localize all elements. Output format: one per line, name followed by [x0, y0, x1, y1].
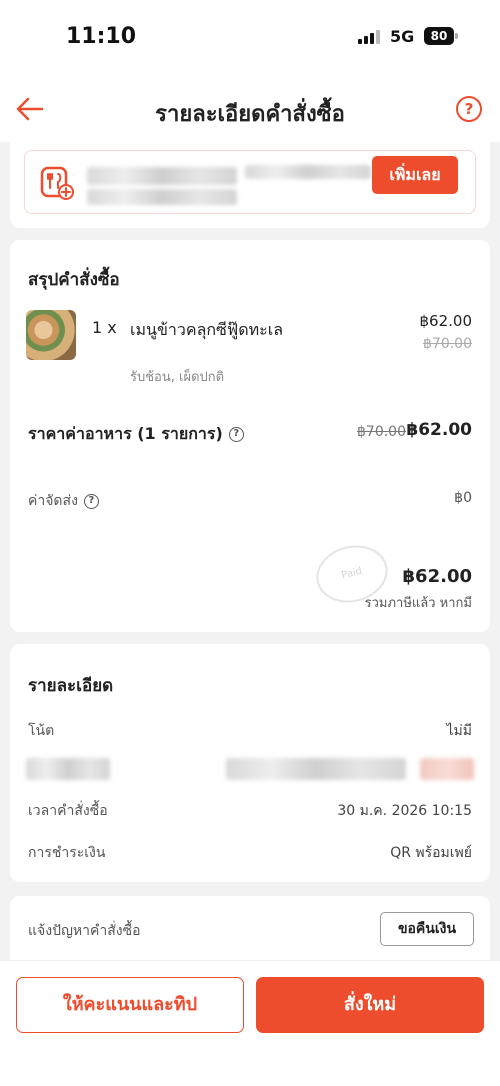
network-label: 5G: [390, 27, 415, 46]
delivery-fee-row: ค่าจัดส่ง?: [28, 490, 99, 512]
item-original-price: ฿70.00: [423, 336, 472, 352]
battery-tip: [455, 33, 458, 39]
details-card: รายละเอียด โน้ต ไม่มี เวลาคำสั่งซื้อ 30 …: [10, 644, 490, 882]
rate-and-tip-button[interactable]: ให้คะแนนและทิป: [16, 977, 244, 1033]
payment-value: QR พร้อมเพย์: [390, 845, 472, 861]
order-id-value-blurred: [226, 758, 406, 780]
payment-label: การชำระเงิน: [28, 845, 106, 861]
order-time-value: 30 ม.ค. 2026 10:15: [337, 803, 472, 819]
food-thumbnail[interactable]: [26, 310, 76, 360]
food-cost-label: ราคาค่าอาหาร (1 รายการ): [28, 424, 223, 443]
summary-title: สรุปคำสั่งซื้อ: [28, 270, 120, 290]
note-label: โน้ต: [28, 723, 55, 739]
food-price: ฿62.00: [406, 420, 472, 440]
promo-text-blurred: [87, 167, 237, 185]
info-icon[interactable]: ?: [83, 493, 99, 509]
status-bar: 11:10 5G 80: [0, 0, 500, 76]
signal-icon: [358, 30, 380, 44]
food-bag-icon: [39, 165, 75, 201]
refund-button[interactable]: ขอคืนเงิน: [380, 912, 474, 946]
info-icon[interactable]: ?: [228, 427, 244, 442]
copy-button-blurred[interactable]: [420, 758, 474, 780]
issue-card: แจ้งปัญหาคำสั่งซื้อ ขอคืนเงิน: [10, 896, 490, 960]
delivery-fee-value: ฿0: [454, 490, 472, 506]
promo-text-blurred: [87, 189, 237, 205]
note-value: ไม่มี: [446, 723, 473, 739]
bottom-action-bar: ให้คะแนนและทิป สั่งใหม่: [0, 960, 500, 1086]
status-time: 11:10: [66, 24, 137, 49]
report-issue-label[interactable]: แจ้งปัญหาคำสั่งซื้อ: [28, 920, 141, 942]
food-cost-row: ราคาค่าอาหาร (1 รายการ)?: [28, 422, 244, 447]
promo-text-blurred: [245, 165, 371, 179]
item-name: เมนูข้าวคลุกซีฟู๊ดทะเล: [130, 320, 284, 339]
item-price: ฿62.00: [419, 312, 473, 330]
battery-icon: 80: [424, 27, 454, 45]
page-title: รายละเอียดคำสั่งซื้อ: [155, 102, 345, 127]
order-time-label: เวลาคำสั่งซื้อ: [28, 803, 108, 819]
order-id-label-blurred: [26, 758, 110, 780]
food-original-price: ฿70.00: [357, 424, 406, 440]
help-icon[interactable]: ?: [456, 96, 482, 122]
promo-card: เพิ่มเลย: [10, 142, 490, 228]
total-note: รวมภาษีแล้ว หากมี: [364, 596, 472, 611]
item-quantity: 1 x: [92, 318, 117, 337]
header: รายละเอียดคำสั่งซื้อ ?: [0, 76, 500, 142]
reorder-button[interactable]: สั่งใหม่: [256, 977, 484, 1033]
total-price: ฿62.00: [402, 566, 472, 587]
item-options: รับช้อน, เผ็ดปกติ: [130, 370, 225, 385]
order-summary-card: สรุปคำสั่งซื้อ 1 x เมนูข้าวคลุกซีฟู๊ดทะเ…: [10, 240, 490, 632]
details-title: รายละเอียด: [28, 676, 114, 696]
delivery-fee-label: ค่าจัดส่ง: [28, 493, 78, 509]
add-now-button[interactable]: เพิ่มเลย: [372, 156, 458, 194]
